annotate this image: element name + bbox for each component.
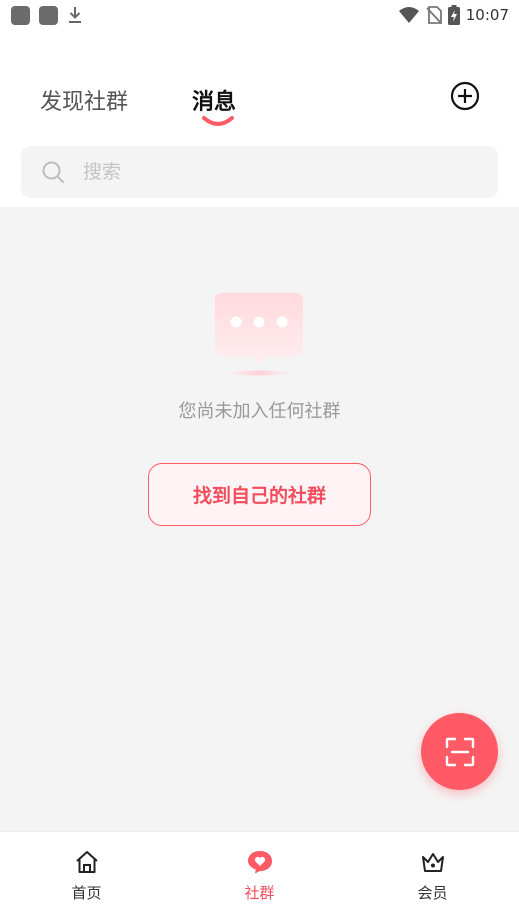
scan-icon (445, 737, 474, 766)
tab-active-indicator (201, 114, 235, 133)
download-icon (67, 6, 83, 24)
app-square-icon (39, 5, 58, 25)
status-bar: 10:07 (0, 0, 519, 30)
community-heart-icon (247, 851, 272, 874)
search-icon (42, 161, 64, 183)
scan-button[interactable] (421, 713, 498, 790)
find-community-button[interactable]: 找到自己的社群 (148, 463, 371, 526)
app-square-icon (11, 5, 30, 25)
bottom-nav: 首页 社群 会员 (0, 831, 519, 922)
nav-item-home[interactable]: 首页 (0, 832, 173, 922)
battery-charging-icon (447, 5, 460, 25)
wifi-icon (398, 6, 420, 24)
nav-item-community[interactable]: 社群 (173, 832, 346, 922)
search-bar[interactable] (21, 146, 498, 198)
no-sim-icon (426, 6, 442, 24)
status-right: 10:07 (398, 5, 509, 25)
empty-state-message: 您尚未加入任何社群 (178, 401, 341, 422)
nav-label-community: 社群 (244, 884, 275, 902)
tab-discover[interactable]: 发现社群 (40, 84, 128, 116)
nav-label-home: 首页 (71, 884, 102, 902)
nav-label-membership: 会员 (417, 884, 448, 902)
home-icon (75, 851, 98, 873)
main-content: 您尚未加入任何社群 找到自己的社群 (0, 207, 519, 831)
tab-messages[interactable]: 消息 (192, 84, 236, 116)
chat-bubble-icon (212, 293, 306, 381)
status-left (11, 5, 83, 25)
plus-circle-icon[interactable] (450, 81, 480, 111)
crown-icon (421, 853, 444, 872)
clock: 10:07 (465, 6, 509, 24)
top-tabs: 发现社群 消息 (0, 70, 519, 130)
nav-item-membership[interactable]: 会员 (346, 832, 519, 922)
search-input[interactable] (83, 161, 463, 183)
